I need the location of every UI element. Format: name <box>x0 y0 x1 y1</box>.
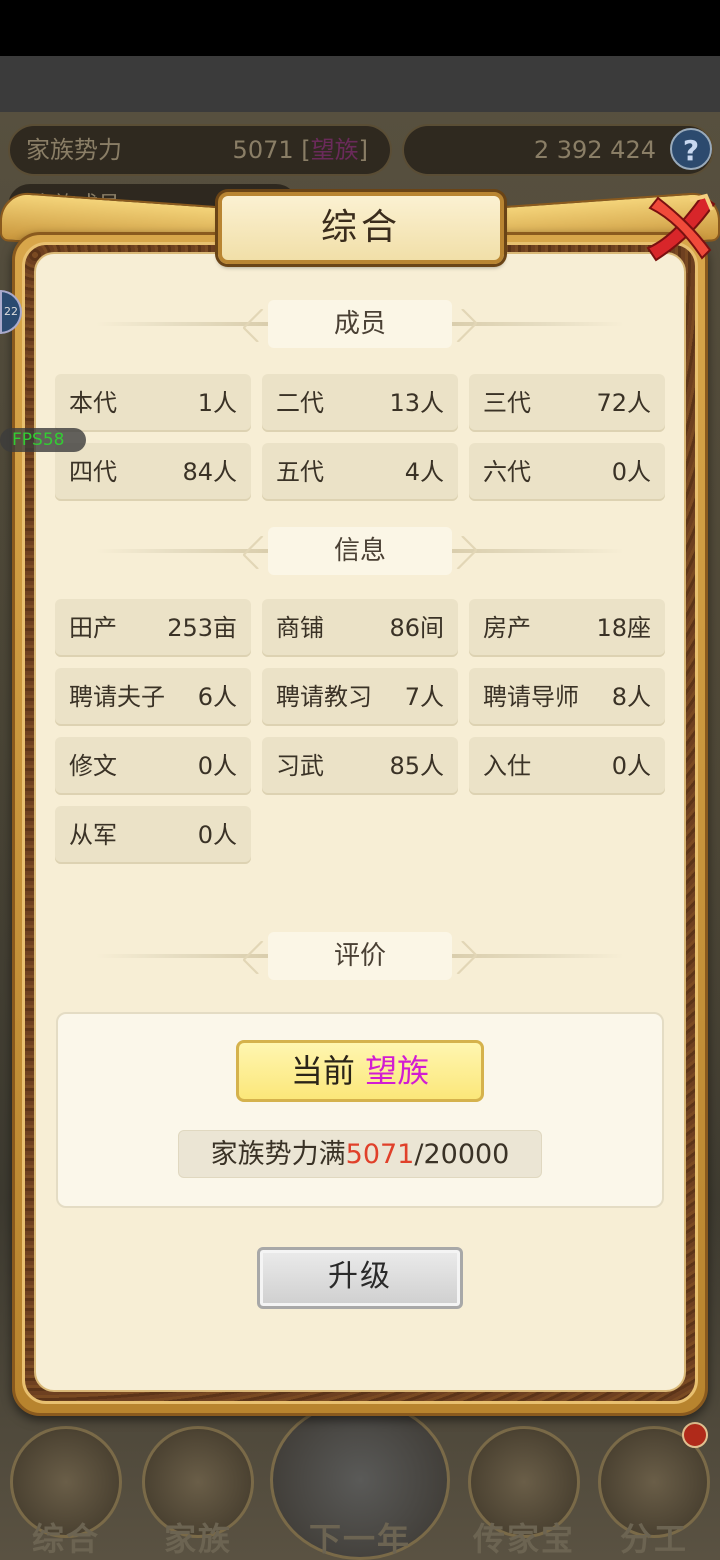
nav-item-overview[interactable]: 综合 <box>4 1420 128 1560</box>
stat-cell: 三代 72人 <box>469 374 665 432</box>
stat-value: 0人 <box>611 458 651 486</box>
stat-value: 86间 <box>389 614 444 642</box>
stat-cell: 六代 0人 <box>469 443 665 501</box>
stat-value: 85人 <box>389 752 444 780</box>
stat-label: 三代 <box>483 389 531 417</box>
stat-cell: 房产 18座 <box>469 599 665 657</box>
bottom-nav: 综合 家族 下一年 传家宝 分工 <box>0 1400 720 1560</box>
close-icon[interactable] <box>640 188 720 268</box>
dialog-title: 综合 <box>218 192 504 264</box>
notification-dot <box>682 1422 708 1448</box>
section-title: 评价 <box>268 932 452 980</box>
nav-label: 下一年 <box>308 1520 411 1558</box>
help-icon[interactable]: ? <box>670 128 712 170</box>
stat-cell: 修文 0人 <box>55 737 251 795</box>
stat-label: 习武 <box>276 752 324 780</box>
stat-cell: 聘请夫子 6人 <box>55 668 251 726</box>
section-title: 信息 <box>268 527 452 575</box>
stat-label: 修文 <box>69 752 117 780</box>
nav-label: 综合 <box>31 1520 100 1558</box>
stat-value: 13人 <box>389 389 444 417</box>
stat-cell: 二代 13人 <box>262 374 458 432</box>
currency-row: 2 392 424 <box>402 124 714 176</box>
section-title: 成员 <box>268 300 452 348</box>
power-prefix: 家族势力满 <box>210 1139 346 1170</box>
upgrade-button[interactable]: 升级 <box>257 1247 463 1309</box>
stat-cell: 习武 85人 <box>262 737 458 795</box>
stat-value: 253亩 <box>167 614 237 642</box>
stat-label: 聘请教习 <box>276 683 372 711</box>
stat-value: 72人 <box>596 389 651 417</box>
section-header-info: 信息 <box>96 527 624 575</box>
stat-label: 本代 <box>69 389 117 417</box>
stat-label: 房产 <box>483 614 531 642</box>
stat-cell: 聘请教习 7人 <box>262 668 458 726</box>
stat-value: 0人 <box>197 821 237 849</box>
stat-label: 从军 <box>69 821 117 849</box>
power-max: /20000 <box>414 1139 510 1170</box>
stat-value: 1人 <box>197 389 237 417</box>
stat-label: 聘请夫子 <box>69 683 165 711</box>
family-power-close: ] <box>358 136 368 164</box>
nav-item-family[interactable]: 家族 <box>136 1420 260 1560</box>
power-current: 5071 <box>345 1139 415 1170</box>
stat-label: 入仕 <box>483 752 531 780</box>
stat-label: 六代 <box>483 458 531 486</box>
family-power-label: 家族势力 <box>26 136 122 164</box>
stat-cell: 田产 253亩 <box>55 599 251 657</box>
family-power-row: 家族势力 5071 [望族] <box>8 124 392 176</box>
stat-value: 84人 <box>182 458 237 486</box>
stat-value: 0人 <box>611 752 651 780</box>
current-rank: 望族 <box>365 1052 430 1090</box>
stat-cell: 从军 0人 <box>55 806 251 864</box>
nav-item-heirloom[interactable]: 传家宝 <box>462 1420 586 1560</box>
current-rank-badge: 当前 望族 <box>236 1040 484 1102</box>
stat-cell: 五代 4人 <box>262 443 458 501</box>
nav-label: 分工 <box>619 1520 688 1558</box>
stat-cell: 本代 1人 <box>55 374 251 432</box>
top-band <box>0 56 720 112</box>
stat-value: 8人 <box>611 683 651 711</box>
stat-cell: 聘请导师 8人 <box>469 668 665 726</box>
status-bar <box>0 0 720 56</box>
stat-value: 0人 <box>197 752 237 780</box>
stat-label: 二代 <box>276 389 324 417</box>
family-power-status: 望族 <box>310 136 359 164</box>
stat-value: 18座 <box>596 614 651 642</box>
stat-value: 7人 <box>404 683 444 711</box>
stat-label: 聘请导师 <box>483 683 579 711</box>
stat-cell: 商铺 86间 <box>262 599 458 657</box>
stat-cell: 四代 84人 <box>55 443 251 501</box>
stat-label: 田产 <box>69 614 117 642</box>
stat-label: 五代 <box>276 458 324 486</box>
power-requirement: 家族势力满5071/20000 <box>178 1130 542 1178</box>
stat-cell: 入仕 0人 <box>469 737 665 795</box>
nav-item-next-year[interactable]: 下一年 <box>298 1420 422 1560</box>
family-power-value: 5071 [ <box>232 136 311 164</box>
nav-label: 家族 <box>163 1520 232 1558</box>
section-header-members: 成员 <box>96 300 624 348</box>
stat-value: 6人 <box>197 683 237 711</box>
nav-label: 传家宝 <box>472 1520 575 1558</box>
section-header-evaluation: 评价 <box>96 932 624 980</box>
stat-value: 4人 <box>404 458 444 486</box>
stat-label: 商铺 <box>276 614 324 642</box>
currency-values: 2 392 424 <box>533 136 656 164</box>
fps-counter: FPS58 <box>0 428 86 452</box>
current-rank-prefix: 当前 <box>290 1052 355 1090</box>
